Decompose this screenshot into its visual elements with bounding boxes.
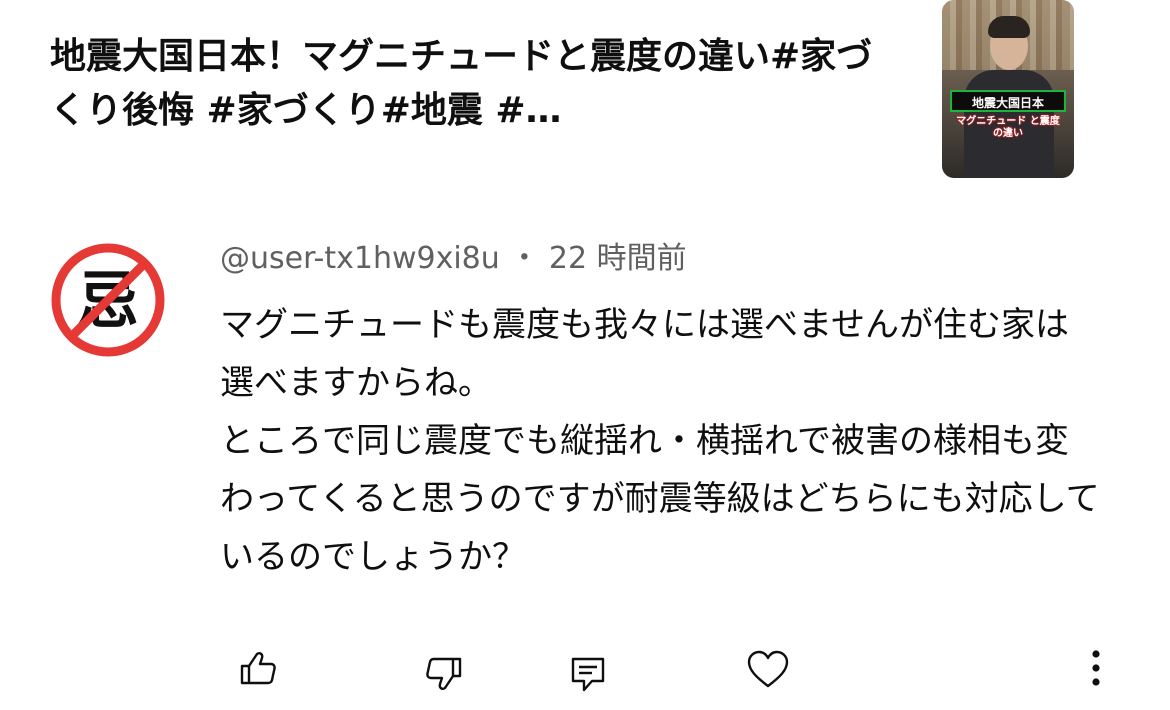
dislike-button[interactable] bbox=[416, 646, 472, 702]
heart-button[interactable] bbox=[740, 642, 796, 698]
thumbnail-caption-bottom: マグニチュード と震度の違い bbox=[956, 116, 1060, 139]
comment-time: 22 時間前 bbox=[548, 241, 687, 276]
video-thumbnail[interactable]: 地震大国日本 マグニチュード と震度の違い bbox=[942, 0, 1074, 178]
more-vert-icon bbox=[1092, 650, 1100, 686]
comment-icon bbox=[571, 657, 605, 692]
avatar-prohibited-glyph-icon: 忌 bbox=[51, 243, 165, 357]
thumbnail-person-hair bbox=[988, 16, 1030, 38]
heart-icon bbox=[747, 650, 789, 688]
comment-page: 地震大国日本！マグニチュードと震度の違い#家づくり後悔 #家づくり#地震 #… … bbox=[0, 0, 1170, 710]
reply-button[interactable] bbox=[560, 646, 616, 702]
comment-action-bar bbox=[0, 640, 1170, 700]
thumb-up-icon bbox=[240, 652, 276, 685]
thumb-down-icon bbox=[426, 657, 462, 690]
more-options-button[interactable] bbox=[1076, 640, 1116, 696]
like-button[interactable] bbox=[230, 640, 286, 696]
comment-meta: @user-tx1hw9xi8u ・ 22 時間前 bbox=[220, 238, 687, 280]
avatar[interactable]: 忌 bbox=[48, 240, 168, 360]
video-title[interactable]: 地震大国日本！マグニチュードと震度の違い#家づくり後悔 #家づくり#地震 #… bbox=[50, 30, 880, 138]
meta-separator: ・ bbox=[509, 241, 540, 276]
thumbnail-caption-top: 地震大国日本 bbox=[950, 90, 1066, 112]
comment-text: マグニチュードも震度も我々には選べませんが住む家は選べますからね。 ところで同じ… bbox=[220, 305, 1100, 577]
comment-author[interactable]: @user-tx1hw9xi8u bbox=[220, 241, 500, 276]
